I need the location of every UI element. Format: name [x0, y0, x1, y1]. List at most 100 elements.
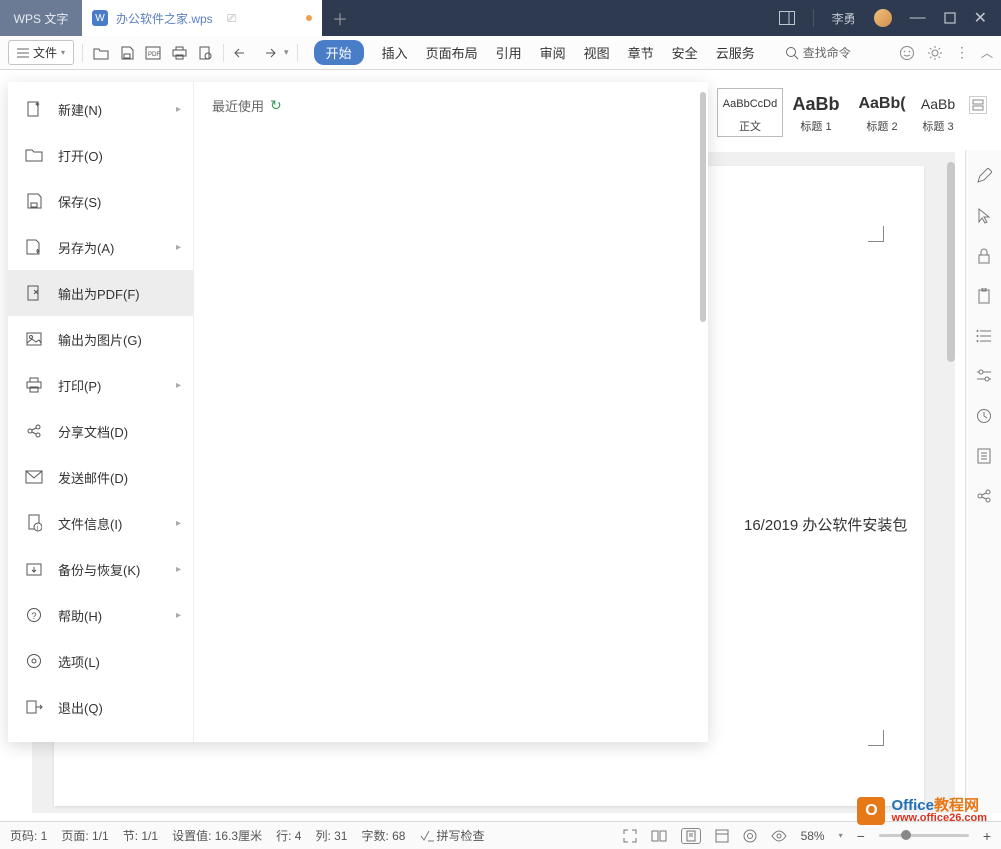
search-command[interactable]: 查找命令 [785, 44, 851, 61]
refresh-icon[interactable]: ↻ [270, 97, 282, 114]
chevron-down-icon[interactable]: ▾ [839, 831, 843, 840]
collapse-ribbon-icon[interactable]: ︿ [981, 44, 993, 61]
undo-icon[interactable] [232, 43, 252, 63]
ribbon-tab-cloud[interactable]: 云服务 [716, 43, 755, 62]
read-view-icon[interactable] [651, 829, 667, 843]
style-heading3[interactable]: AaBb 标题 3 [915, 88, 961, 137]
pencil-icon[interactable] [974, 166, 994, 186]
zoom-out-button[interactable]: − [857, 828, 865, 844]
status-section[interactable]: 节: 1/1 [123, 827, 158, 844]
avatar[interactable] [874, 9, 892, 27]
ribbon-tab-view[interactable]: 视图 [584, 43, 610, 62]
file-info-icon: i [24, 513, 44, 533]
file-menu-new[interactable]: ✦新建(N)▸ [8, 86, 193, 132]
scrollbar-thumb[interactable] [947, 162, 955, 362]
open-icon[interactable] [91, 43, 111, 63]
ribbon-tab-layout[interactable]: 页面布局 [426, 43, 478, 62]
file-menu-saveas[interactable]: 另存为(A)▸ [8, 224, 193, 270]
ribbon-tab-chapter[interactable]: 章节 [628, 43, 654, 62]
file-menu-button[interactable]: 文件 ▾ [8, 40, 74, 65]
status-chars[interactable]: 字数: 68 [361, 827, 405, 844]
status-col[interactable]: 列: 31 [315, 827, 347, 844]
ribbon-tab-start[interactable]: 开始 [314, 40, 364, 65]
style-normal[interactable]: AaBbCcDd 正文 [717, 88, 783, 137]
hamburger-icon [17, 48, 29, 58]
file-menu-save[interactable]: 保存(S) [8, 178, 193, 224]
saveas-icon [24, 237, 44, 257]
document-name: 办公软件之家.wps [116, 10, 213, 27]
recent-scrollbar[interactable] [700, 92, 706, 322]
file-menu-send-mail[interactable]: 发送邮件(D) [8, 454, 193, 500]
file-menu-exit[interactable]: 退出(Q) [8, 684, 193, 730]
status-spellcheck[interactable]: 拼写检查 [420, 827, 485, 844]
list-icon[interactable] [974, 326, 994, 346]
chevron-right-icon: ▸ [176, 104, 181, 115]
ribbon-tab-references[interactable]: 引用 [496, 43, 522, 62]
clipboard-icon[interactable] [974, 286, 994, 306]
wps-doc-icon: W [92, 10, 108, 26]
zoom-value[interactable]: 58% [801, 829, 825, 843]
zoom-slider[interactable] [879, 834, 969, 837]
maximize-button[interactable] [944, 12, 956, 24]
layout-icon[interactable] [779, 11, 795, 25]
style-heading2[interactable]: AaBb( 标题 2 [849, 88, 915, 137]
ribbon-tab-review[interactable]: 审阅 [540, 43, 566, 62]
file-menu-print[interactable]: 打印(P)▸ [8, 362, 193, 408]
emoji-icon[interactable] [899, 45, 915, 61]
svg-text:?: ? [32, 611, 37, 621]
ribbon-tab-security[interactable]: 安全 [672, 43, 698, 62]
style-heading1[interactable]: AaBb 标题 1 [783, 88, 849, 137]
lock-icon[interactable] [974, 246, 994, 266]
fullscreen-icon[interactable] [623, 829, 637, 843]
share-icon[interactable] [974, 486, 994, 506]
properties-icon[interactable] [974, 446, 994, 466]
options-icon [24, 651, 44, 671]
page-view-icon[interactable] [681, 828, 701, 844]
dropdown-more-icon[interactable]: ▾ [284, 47, 289, 58]
styles-expand-handle[interactable] [969, 96, 987, 114]
backup-icon [24, 559, 44, 579]
print-preview-icon[interactable] [195, 43, 215, 63]
history-icon[interactable] [974, 406, 994, 426]
status-setting[interactable]: 设置值: 16.3厘米 [172, 827, 262, 844]
outline-view-icon[interactable] [715, 829, 729, 843]
vertical-scrollbar[interactable] [945, 162, 955, 803]
document-tab[interactable]: W 办公软件之家.wps ⎚ [82, 0, 322, 36]
chevron-down-icon: ▾ [61, 48, 65, 57]
presentation-icon[interactable]: ⎚ [227, 11, 237, 26]
search-icon [785, 46, 799, 60]
export-pdf-icon[interactable]: PDF [143, 43, 163, 63]
close-button[interactable]: ✕ [974, 8, 987, 28]
zoom-knob[interactable] [901, 830, 911, 840]
status-page-no[interactable]: 页码: 1 [10, 827, 47, 844]
print-icon[interactable] [169, 43, 189, 63]
status-row[interactable]: 行: 4 [276, 827, 301, 844]
file-menu-backup[interactable]: 备份与恢复(K)▸ [8, 546, 193, 592]
redo-icon[interactable] [258, 43, 278, 63]
save-icon[interactable] [117, 43, 137, 63]
file-menu-open[interactable]: 打开(O) [8, 132, 193, 178]
file-menu-export-image[interactable]: 输出为图片(G) [8, 316, 193, 362]
app-tab[interactable]: WPS 文字 [0, 0, 82, 36]
zoom-in-button[interactable]: + [983, 828, 991, 844]
web-view-icon[interactable] [743, 829, 757, 843]
file-menu-help[interactable]: ?帮助(H)▸ [8, 592, 193, 638]
file-menu-info[interactable]: i文件信息(I)▸ [8, 500, 193, 546]
more-icon[interactable]: ⋮ [955, 44, 969, 61]
minimize-button[interactable]: — [910, 9, 926, 27]
eye-icon[interactable] [771, 830, 787, 842]
status-page-of[interactable]: 页面: 1/1 [61, 827, 108, 844]
file-menu-export-pdf[interactable]: 输出为PDF(F) [8, 270, 193, 316]
share-icon [24, 421, 44, 441]
settings-icon[interactable] [974, 366, 994, 386]
file-menu-recent-panel: 最近使用 ↻ [194, 82, 708, 742]
new-tab-button[interactable]: ＋ [322, 0, 358, 36]
pdf-icon [24, 283, 44, 303]
file-menu-share[interactable]: 分享文档(D) [8, 408, 193, 454]
user-name[interactable]: 李勇 [832, 10, 856, 27]
cursor-icon[interactable] [974, 206, 994, 226]
file-menu-options[interactable]: 选项(L) [8, 638, 193, 684]
gear-icon[interactable] [927, 45, 943, 61]
ribbon-tab-insert[interactable]: 插入 [382, 43, 408, 62]
margin-mark-icon [868, 730, 884, 746]
